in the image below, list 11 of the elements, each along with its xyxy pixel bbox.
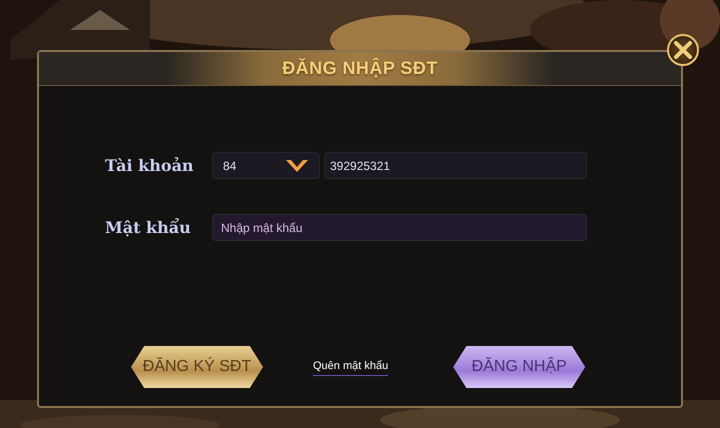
chevron-down-icon: [285, 158, 309, 172]
country-code-dropdown[interactable]: 84: [212, 152, 320, 179]
forgot-password-link[interactable]: Quên mật khẩu: [313, 358, 388, 376]
dialog-title: ĐĂNG NHẬP SĐT: [282, 56, 438, 80]
password-field[interactable]: Nhập mật khẩu: [212, 214, 587, 241]
register-button[interactable]: ĐĂNG KÝ SĐT: [131, 346, 263, 388]
password-label: Mật khẩu: [105, 216, 192, 238]
login-button[interactable]: ĐĂNG NHẬP: [453, 346, 586, 388]
account-label: Tài khoản: [105, 154, 195, 176]
phone-field[interactable]: 392925321: [324, 152, 587, 179]
close-icon: [674, 41, 692, 59]
